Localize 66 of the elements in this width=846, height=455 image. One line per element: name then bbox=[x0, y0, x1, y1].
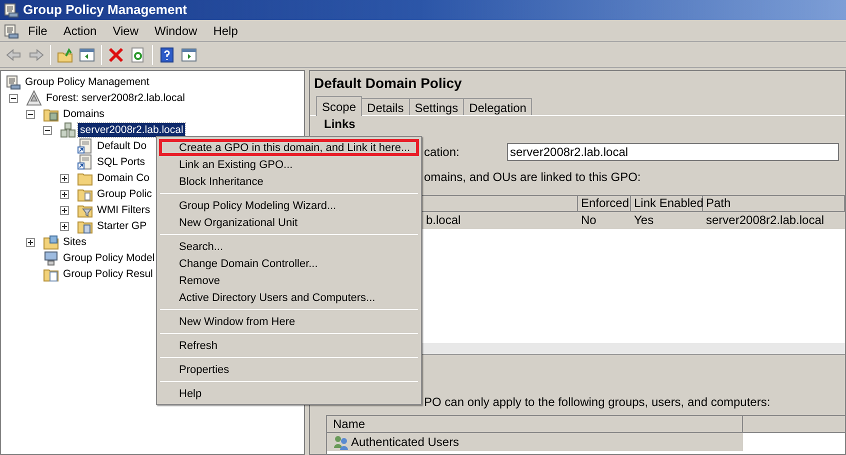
computer-icon bbox=[43, 250, 59, 266]
tree-item[interactable]: WMI Filters bbox=[95, 203, 152, 217]
column-header[interactable]: Path bbox=[703, 195, 845, 212]
plus-box-icon[interactable] bbox=[60, 206, 69, 214]
tree-item[interactable]: Group Policy Model bbox=[61, 251, 157, 265]
table-cell-text: No bbox=[580, 212, 598, 229]
table-cell-text: Yes bbox=[633, 212, 655, 229]
tab[interactable]: Settings bbox=[410, 98, 464, 115]
menu-item[interactable]: Window bbox=[148, 22, 204, 40]
folder-icon bbox=[43, 234, 59, 250]
document-icon bbox=[77, 154, 93, 170]
menu-item[interactable]: Link an Existing GPO... bbox=[159, 156, 419, 173]
tree-item[interactable]: SQL Ports bbox=[95, 155, 148, 169]
menu-item[interactable]: Group Policy Modeling Wizard... bbox=[159, 197, 419, 214]
location-field[interactable]: server2008r2.lab.local bbox=[507, 143, 839, 161]
menu-item[interactable]: Action bbox=[56, 22, 104, 40]
users-icon bbox=[333, 434, 349, 450]
tree-item[interactable]: Default Do bbox=[95, 139, 149, 153]
table-cell-text: b.local bbox=[425, 212, 462, 229]
menu-item[interactable]: Change Domain Controller... bbox=[159, 255, 419, 272]
menu-item[interactable]: New Window from Here bbox=[159, 313, 419, 330]
plus-box-icon[interactable] bbox=[60, 222, 69, 230]
menu-item[interactable]: Active Directory Users and Computers... bbox=[159, 289, 419, 306]
tab[interactable]: Scope bbox=[316, 96, 362, 116]
tree-item[interactable]: Forest: server2008r2.lab.local bbox=[44, 91, 187, 105]
tree-item[interactable]: Sites bbox=[61, 235, 88, 249]
tab[interactable]: Details bbox=[362, 98, 410, 115]
plus-box-icon[interactable] bbox=[26, 238, 35, 246]
menu-item[interactable]: Remove bbox=[159, 272, 419, 289]
plus-box-icon[interactable] bbox=[60, 174, 69, 182]
tab[interactable]: Delegation bbox=[464, 98, 532, 115]
menu-item[interactable]: View bbox=[106, 22, 146, 40]
tree-item[interactable]: server2008r2.lab.local bbox=[78, 123, 186, 137]
plus-box-icon[interactable] bbox=[60, 190, 69, 198]
tree-item[interactable]: Domains bbox=[61, 107, 106, 121]
menu-item[interactable]: New Organizational Unit bbox=[159, 214, 419, 231]
filtering-caption: PO can only apply to the following groups, users, and computers: bbox=[424, 394, 770, 411]
links-caption: omains, and OUs are linked to this GPO: bbox=[424, 169, 641, 186]
tree-item[interactable]: Starter GP bbox=[95, 219, 149, 233]
window-title: Group Policy Management bbox=[23, 1, 187, 20]
menu-item[interactable]: Help bbox=[206, 22, 245, 40]
menu-item[interactable]: Properties bbox=[159, 361, 419, 378]
minus-box-icon[interactable] bbox=[26, 110, 35, 118]
triangle-icon bbox=[26, 90, 42, 106]
menu-item[interactable]: File bbox=[21, 22, 54, 40]
app-icon bbox=[3, 2, 19, 18]
tree-item[interactable]: Group Policy Resul bbox=[61, 267, 155, 281]
location-label: cation: bbox=[424, 144, 460, 161]
app-menu-icon bbox=[3, 22, 19, 38]
menu-item[interactable]: Create a GPO in this domain, and Link it here... bbox=[159, 139, 419, 156]
tree-item[interactable]: Group Polic bbox=[95, 187, 154, 201]
tree-item[interactable]: Group Policy Management bbox=[23, 75, 152, 89]
minus-box-icon[interactable] bbox=[9, 94, 18, 102]
scroll-icon bbox=[5, 74, 21, 90]
tree-item[interactable]: Domain Co bbox=[95, 171, 152, 185]
menu-item[interactable]: Help bbox=[159, 385, 419, 402]
menu-item[interactable]: Block Inheritance bbox=[159, 173, 419, 190]
menu-item[interactable]: Search... bbox=[159, 238, 419, 255]
server-icon bbox=[60, 122, 76, 138]
document-icon bbox=[77, 138, 93, 154]
menu-item[interactable]: Refresh bbox=[159, 337, 419, 354]
section-heading: Links bbox=[324, 118, 356, 131]
table-cell-text: Authenticated Users bbox=[351, 434, 460, 451]
table-cell-text: server2008r2.lab.local bbox=[705, 212, 826, 229]
policy-title: Default Domain Policy bbox=[313, 74, 463, 92]
minus-box-icon[interactable] bbox=[43, 126, 52, 134]
